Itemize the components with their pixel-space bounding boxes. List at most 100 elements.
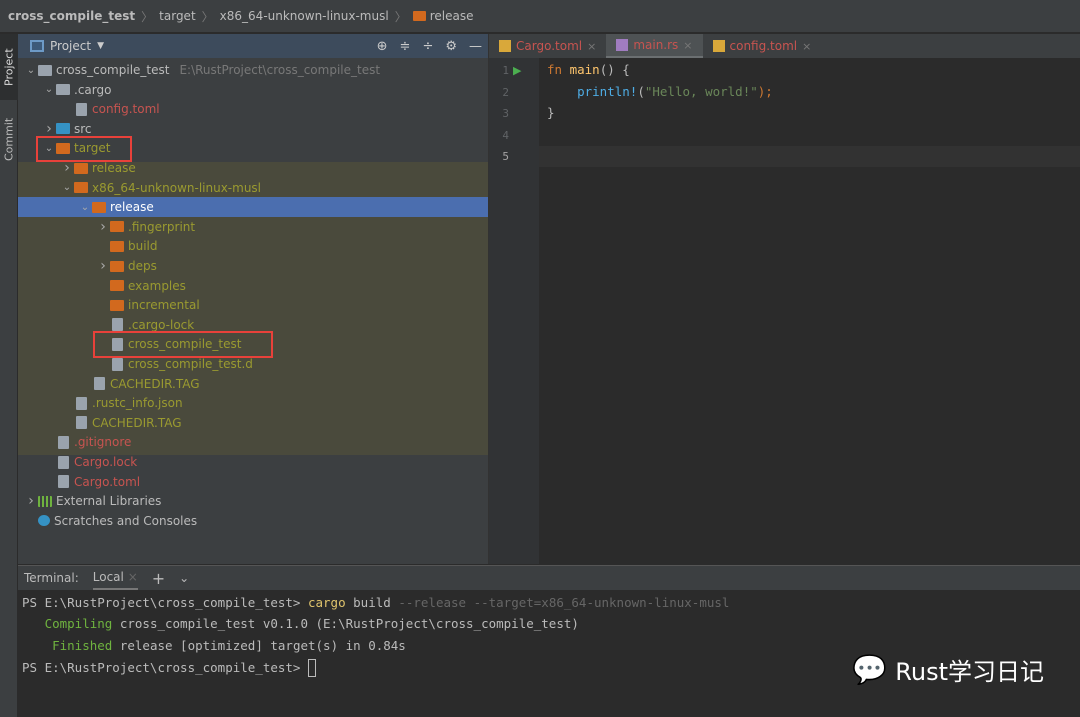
code-line-1[interactable]: fn main() { xyxy=(547,62,630,77)
watermark-text: Rust学习日记 xyxy=(895,658,1044,686)
tree-item[interactable]: › .fingerprint xyxy=(18,217,488,237)
chevron-down-icon[interactable]: ⌄ xyxy=(78,202,92,213)
collapse-all-icon[interactable]: ÷ xyxy=(422,39,433,54)
tree-item[interactable]: CACHEDIR.TAG xyxy=(18,413,488,433)
tree-item[interactable]: .gitignore xyxy=(18,432,488,452)
folder-icon xyxy=(38,64,52,76)
editor-tab-label: main.rs xyxy=(633,38,679,52)
file-type-icon xyxy=(712,40,725,52)
tree-item-label: .gitignore xyxy=(74,435,132,450)
folder-icon xyxy=(110,260,124,272)
file-icon xyxy=(112,318,123,332)
project-panel-header: Project ▼ ⊕ ≑ ÷ ⚙ — xyxy=(18,34,488,58)
project-view-selector[interactable]: Project xyxy=(50,39,91,53)
tree-item[interactable]: Cargo.lock xyxy=(18,452,488,472)
library-icon xyxy=(38,495,52,507)
tree-item[interactable]: ⌄ release xyxy=(18,197,488,218)
tree-item[interactable]: ⌄ cross_compile_test E:\RustProject\cross_… xyxy=(18,60,488,80)
tree-item[interactable]: › External Libraries xyxy=(18,491,488,511)
crumb-triple[interactable]: x86_64-unknown-linux-musl xyxy=(220,9,389,23)
terminal-line-4[interactable]: PS E:\RustProject\cross_compile_test> xyxy=(22,659,316,677)
tree-item-label: incremental xyxy=(128,298,200,313)
minimize-icon[interactable]: — xyxy=(469,39,482,54)
tree-item[interactable]: examples xyxy=(18,276,488,296)
tree-item-label: .fingerprint xyxy=(128,219,196,234)
tree-item-label: examples xyxy=(128,278,186,293)
close-icon[interactable]: × xyxy=(587,40,596,53)
code-line-3[interactable]: } xyxy=(547,105,555,120)
terminal-tab-local[interactable]: Local × xyxy=(92,566,138,590)
tree-item-label: CACHEDIR.TAG xyxy=(110,376,200,391)
chevron-down-icon[interactable]: ▼ xyxy=(97,41,104,51)
crumb-release[interactable]: release xyxy=(412,9,473,23)
tree-item-label: cross_compile_test xyxy=(56,63,170,77)
close-icon[interactable]: × xyxy=(802,40,811,53)
tree-item-label: Cargo.lock xyxy=(74,455,138,469)
editor: Cargo.toml × main.rs × config.toml × ▶ 12345 … xyxy=(488,34,1080,564)
code-line-2[interactable]: println!("Hello, world!"); xyxy=(547,84,773,99)
tree-item[interactable]: Scratches and Consoles xyxy=(18,511,488,531)
tree-item-label: src xyxy=(74,121,92,136)
tree-item[interactable]: ⌄ .cargo xyxy=(18,80,488,100)
terminal-line-2: Compiling cross_compile_test v0.1.0 (E:\… xyxy=(44,616,579,631)
run-icon[interactable]: ▶ xyxy=(513,64,521,77)
tree-item[interactable]: › deps xyxy=(18,256,488,276)
crumb-target[interactable]: target xyxy=(159,9,196,23)
tree-item-label: release xyxy=(110,200,154,215)
tree-item-label: .cargo-lock xyxy=(128,317,195,332)
chevron-right-icon[interactable]: › xyxy=(96,258,110,274)
folder-icon xyxy=(74,182,88,194)
tree-item-label: .cargo xyxy=(74,82,112,97)
folder-icon xyxy=(56,123,70,135)
tree-item[interactable]: CACHEDIR.TAG xyxy=(18,374,488,394)
chevron-down-icon[interactable]: ⌄ xyxy=(179,571,189,585)
crumb-project[interactable]: cross_compile_test xyxy=(8,9,135,23)
locate-icon[interactable]: ⊕ xyxy=(377,39,388,54)
chevron-right-icon[interactable]: › xyxy=(96,219,110,235)
terminal-cursor xyxy=(307,659,316,677)
chevron-right-icon[interactable]: › xyxy=(60,160,74,176)
chevron-down-icon[interactable]: ⌄ xyxy=(24,65,38,76)
editor-tab[interactable]: Cargo.toml × xyxy=(489,34,606,58)
folder-icon xyxy=(74,162,88,174)
commit-tool-tab[interactable]: Commit xyxy=(0,106,18,172)
tree-item-label: .rustc_info.json xyxy=(92,396,183,411)
tree-item[interactable]: incremental xyxy=(18,295,488,315)
editor-tab[interactable]: config.toml × xyxy=(703,34,822,58)
file-icon xyxy=(112,357,123,371)
scratches-icon xyxy=(38,515,50,527)
current-line xyxy=(539,146,1080,167)
editor-tab-label: config.toml xyxy=(729,39,798,53)
line-number: 3 xyxy=(502,107,509,120)
terminal-label: Terminal: xyxy=(24,571,79,585)
terminal: Terminal: Local × + ⌄ PS E:\RustProject\… xyxy=(18,565,1080,717)
line-number: 4 xyxy=(502,128,509,142)
tree-item-label: CACHEDIR.TAG xyxy=(92,415,182,430)
editor-tab-label: Cargo.toml xyxy=(516,39,583,53)
tree-item[interactable]: build xyxy=(18,236,488,256)
editor-tab[interactable]: main.rs × xyxy=(606,34,703,58)
watermark-logo: 💬 Rust学习日记 xyxy=(852,652,1044,687)
wechat-icon: 💬 xyxy=(852,653,888,686)
project-path: E:\RustProject\cross_compile_test xyxy=(179,63,381,77)
tree-item[interactable]: ⌄ x86_64-unknown-linux-musl xyxy=(18,178,488,198)
gear-icon[interactable]: ⚙ xyxy=(445,39,457,54)
tree-item[interactable]: config.toml xyxy=(18,99,488,119)
add-icon[interactable]: + xyxy=(152,569,165,588)
highlight-box-binary xyxy=(93,331,273,358)
file-icon xyxy=(76,396,87,410)
close-icon[interactable]: × xyxy=(683,39,692,52)
project-tool-tab[interactable]: Project xyxy=(0,34,18,100)
folder-icon xyxy=(92,201,106,213)
close-icon[interactable]: × xyxy=(128,570,138,584)
tree-item[interactable]: .rustc_info.json xyxy=(18,393,488,413)
expand-all-icon[interactable]: ≑ xyxy=(400,39,411,54)
chevron-right-icon[interactable]: › xyxy=(42,121,56,137)
folder-icon xyxy=(110,299,124,311)
chevron-down-icon[interactable]: ⌄ xyxy=(60,182,74,193)
file-icon xyxy=(94,377,105,391)
chevron-down-icon[interactable]: ⌄ xyxy=(42,84,56,95)
chevron-right-icon[interactable]: › xyxy=(24,493,38,509)
line-number: 5 xyxy=(502,150,509,163)
tree-item[interactable]: Cargo.toml xyxy=(18,472,488,492)
